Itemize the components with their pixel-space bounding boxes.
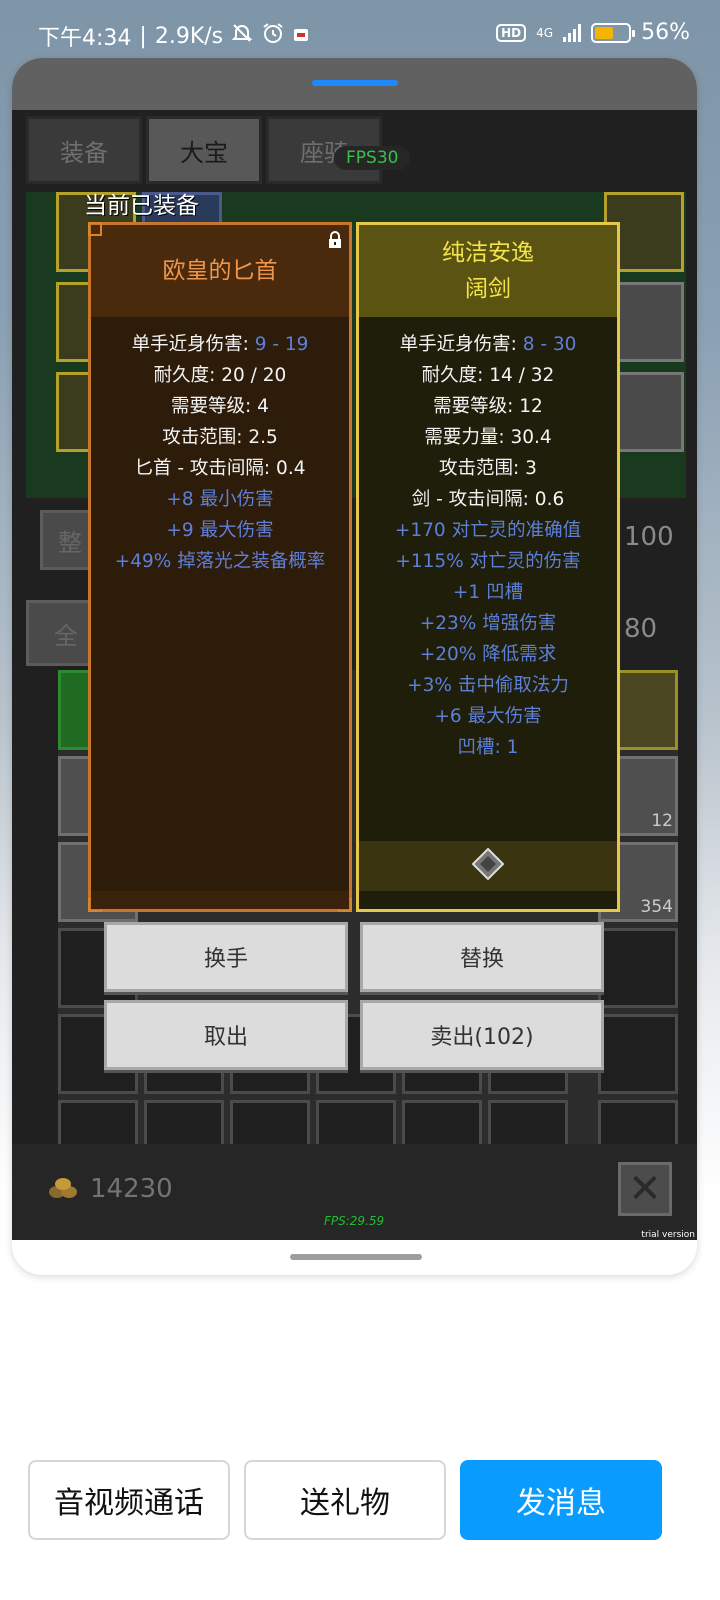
socket-gem-icon: [471, 847, 505, 885]
resize-handle[interactable]: [290, 1254, 422, 1260]
item-name: 欧皇的匕首: [162, 258, 278, 284]
send-gift-button[interactable]: 送礼物: [244, 1460, 446, 1540]
stat-line: 需要等级: 4: [171, 396, 269, 417]
close-button[interactable]: ✕: [618, 1162, 672, 1216]
card-footer: [91, 891, 349, 909]
status-time: 下午4:34: [38, 26, 132, 51]
app-notification-icon: [293, 24, 309, 49]
stat-line: 需要等级: 12: [433, 396, 543, 417]
stat-value: 9 - 19: [254, 334, 309, 355]
stat-line: 耐久度: 20 / 20: [153, 365, 287, 386]
capacity-number: 100: [624, 522, 674, 552]
stat-line: 剑 - 攻击间隔: 0.6: [411, 489, 565, 510]
card-corner-ornament: [88, 222, 102, 236]
bonus-line: +8 最小伤害: [166, 489, 274, 510]
status-divider: |: [139, 23, 147, 49]
net-speed: 2.9K/s: [154, 23, 224, 49]
stat-line: 攻击范围: 3: [439, 458, 537, 479]
socket-row: [359, 841, 617, 891]
stat-line: 耐久度: 14 / 32: [421, 365, 555, 386]
trial-watermark: trial version: [641, 1230, 695, 1240]
swap-hand-button[interactable]: 换手: [104, 922, 348, 992]
inventory-slot[interactable]: [598, 1014, 678, 1094]
item-name: 阔剑: [465, 276, 511, 302]
signal-icon: [563, 23, 582, 42]
gold-count: 14230: [90, 1174, 173, 1204]
window-top-bar: [12, 58, 697, 110]
fps-badge: FPS30: [334, 146, 411, 170]
floating-game-window: 装备 大宝 座骑 FPS30 整 100 全 80 12 354 当前已装备 欧…: [12, 58, 697, 1275]
bonus-line: +23% 增强伤害: [419, 613, 557, 634]
bonus-line: +49% 掉落光之装备概率: [114, 551, 326, 572]
bonus-line: +9 最大伤害: [166, 520, 274, 541]
alarm-icon: [261, 21, 285, 51]
chat-action-bar: 音视频通话 送礼物 发消息: [0, 1440, 720, 1600]
take-out-button[interactable]: 取出: [104, 1000, 348, 1070]
video-call-button[interactable]: 音视频通话: [28, 1460, 230, 1540]
stat-label: 单手近身伤害:: [131, 334, 255, 355]
battery-percent: 56%: [641, 20, 690, 45]
sell-button[interactable]: 卖出(102): [360, 1000, 604, 1070]
filter-number: 80: [624, 614, 658, 644]
close-icon: ✕: [628, 1166, 662, 1212]
battery-icon: [591, 22, 636, 43]
item-name-prefix: 纯洁安逸: [442, 240, 534, 266]
drag-handle[interactable]: [312, 80, 398, 86]
send-message-button[interactable]: 发消息: [460, 1460, 662, 1540]
lock-icon[interactable]: [327, 231, 343, 249]
bonus-line: +3% 击中偷取法力: [407, 675, 569, 696]
bonus-line: +170 对亡灵的准确值: [394, 520, 582, 541]
stat-label: 单手近身伤害:: [399, 334, 523, 355]
stat-line: 需要力量: 30.4: [424, 427, 552, 448]
game-footer: 14230 ✕ FPS:29.59 trial version: [12, 1144, 697, 1240]
hd-badge: HD: [496, 23, 527, 42]
equipped-label: 当前已装备: [84, 193, 199, 219]
equipped-item-title: 欧皇的匕首: [91, 225, 349, 317]
gold-coins-icon: [48, 1176, 78, 1200]
network-label: 4G: [536, 25, 554, 40]
fps-counter: FPS:29.59: [324, 1214, 385, 1228]
tab-equipment[interactable]: 装备: [26, 116, 142, 184]
game-screen: 装备 大宝 座骑 FPS30 整 100 全 80 12 354 当前已装备 欧…: [12, 110, 697, 1240]
bonus-line: 凹槽: 1: [457, 737, 519, 758]
replace-button[interactable]: 替换: [360, 922, 604, 992]
stat-value: 8 - 30: [522, 334, 577, 355]
stat-line: 匕首 - 攻击间隔: 0.4: [134, 458, 306, 479]
equipped-item-card: 欧皇的匕首 单手近身伤害: 9 - 19 耐久度: 20 / 20 需要等级: …: [88, 222, 352, 912]
stat-line: 攻击范围: 2.5: [162, 427, 278, 448]
item-count: 12: [651, 811, 673, 831]
inventory-slot[interactable]: [598, 928, 678, 1008]
bell-off-icon: [231, 22, 253, 50]
bonus-line: +20% 降低需求: [419, 644, 557, 665]
selected-item-stats: 单手近身伤害: 8 - 30 耐久度: 14 / 32 需要等级: 12 需要力…: [359, 317, 617, 763]
bonus-line: +115% 对亡灵的伤害: [395, 551, 581, 572]
tab-treasure[interactable]: 大宝: [146, 116, 262, 184]
stat-line: 单手近身伤害: 9 - 19: [91, 329, 349, 360]
equipped-item-stats: 单手近身伤害: 9 - 19 耐久度: 20 / 20 需要等级: 4 攻击范围…: [91, 317, 349, 577]
bonus-line: +6 最大伤害: [434, 706, 542, 727]
item-count: 354: [640, 897, 673, 917]
stat-line: 单手近身伤害: 8 - 30: [359, 329, 617, 360]
selected-item-card: 纯洁安逸 阔剑 单手近身伤害: 8 - 30 耐久度: 14 / 32 需要等级…: [356, 222, 620, 912]
selected-item-title: 纯洁安逸 阔剑: [359, 225, 617, 317]
bonus-line: +1 凹槽: [452, 582, 524, 603]
